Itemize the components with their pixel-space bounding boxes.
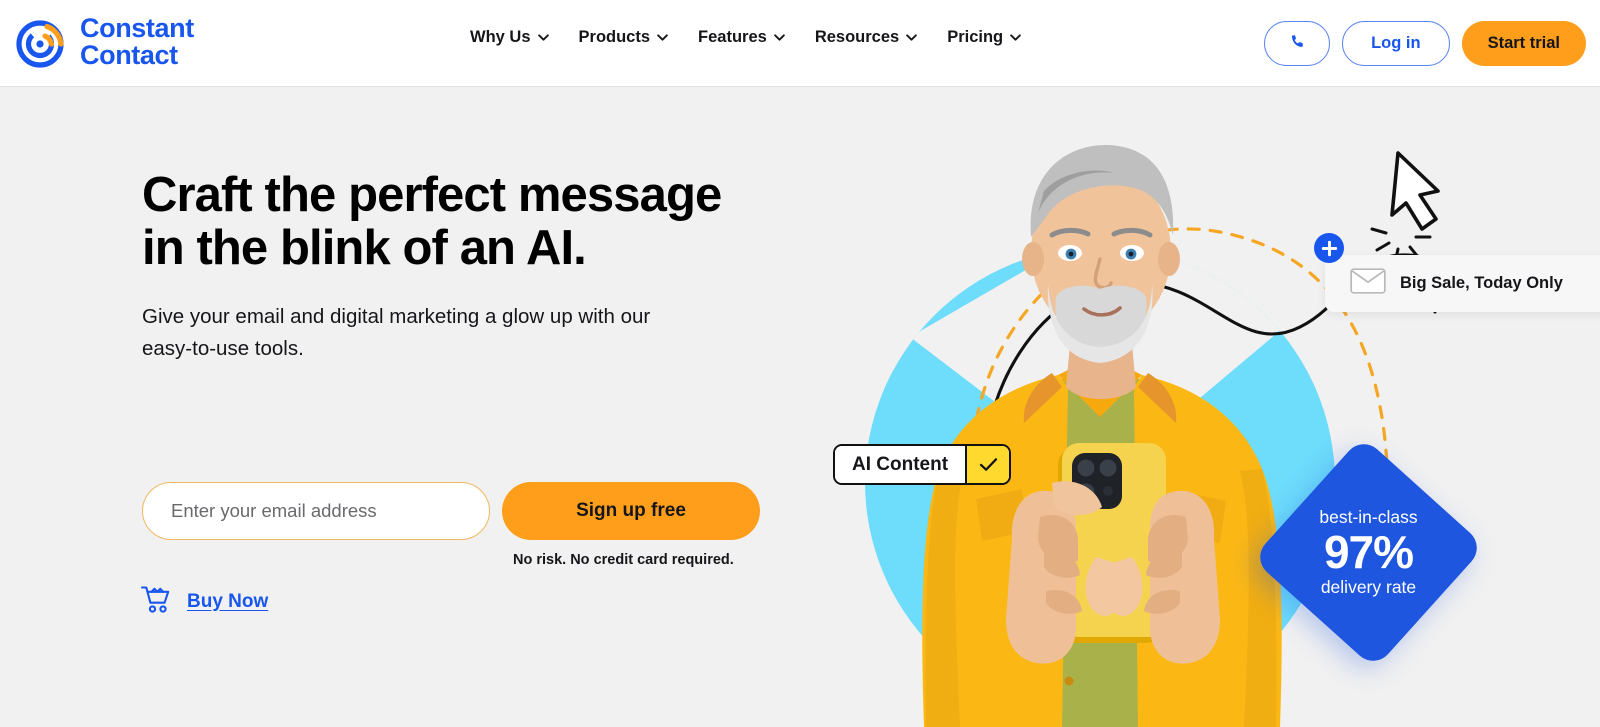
plus-circle-icon	[1314, 233, 1344, 263]
buy-now-link[interactable]: Buy Now	[140, 584, 268, 619]
chevron-down-icon	[774, 34, 785, 41]
phone-icon	[1289, 33, 1306, 55]
logo-line-1: Constant	[80, 13, 194, 43]
email-input[interactable]	[142, 482, 490, 540]
nav-label: Pricing	[947, 28, 1004, 46]
sign-up-free-button[interactable]: Sign up free	[502, 482, 760, 540]
shopping-cart-icon	[140, 584, 173, 619]
hero-artwork	[865, 145, 1443, 727]
nav-label: Why Us	[470, 28, 531, 46]
mouse-cursor-click-icon	[1370, 151, 1440, 265]
delivery-rate-caption-top: best-in-class	[1319, 507, 1418, 528]
notification-text: Big Sale, Today Only	[1400, 274, 1563, 292]
ai-content-badge: AI Content	[833, 444, 1012, 485]
nav-item-features[interactable]: Features	[698, 28, 785, 47]
start-trial-label: Start trial	[1487, 34, 1560, 52]
phone-button[interactable]	[1264, 21, 1331, 66]
start-trial-button[interactable]: Start trial	[1461, 21, 1586, 66]
chevron-down-icon	[537, 34, 549, 41]
buy-now-label: Buy Now	[187, 590, 269, 612]
hero-copy: Craft the perfect message in the blink o…	[142, 169, 782, 366]
nav-label: Features	[698, 28, 767, 46]
nav-item-pricing[interactable]: Pricing	[947, 28, 1021, 47]
logo-line-2: Contact	[80, 40, 178, 70]
login-button[interactable]: Log in	[1342, 21, 1450, 66]
envelope-icon	[1350, 268, 1386, 299]
nav-item-resources[interactable]: Resources	[815, 28, 917, 47]
delivery-rate-badge: best-in-class 97% delivery rate	[1251, 435, 1486, 670]
check-icon	[965, 446, 1010, 483]
logo[interactable]: Constant Contact	[14, 14, 194, 70]
nav-item-products[interactable]: Products	[579, 28, 669, 47]
main-nav: Why Us Products Features Resources Prici…	[470, 28, 1021, 47]
nav-item-why-us[interactable]: Why Us	[470, 28, 549, 47]
page-root: Constant Contact Why Us Products Feature…	[0, 0, 1600, 727]
form-disclaimer: No risk. No credit card required.	[513, 552, 734, 568]
login-label: Log in	[1371, 34, 1421, 52]
nav-label: Resources	[814, 28, 900, 46]
header-actions: Log in Start trial	[1264, 21, 1586, 66]
chevron-down-icon	[1010, 34, 1021, 41]
site-header: Constant Contact Why Us Products Feature…	[0, 0, 1600, 87]
nav-label: Products	[578, 28, 651, 46]
delivery-rate-caption-bottom: delivery rate	[1320, 576, 1417, 597]
notification-card: Big Sale, Today Only	[1325, 255, 1600, 312]
chevron-down-icon	[657, 34, 668, 41]
delivery-rate-content: best-in-class 97% delivery rate	[1286, 470, 1451, 635]
page-title: Craft the perfect message in the blink o…	[142, 168, 722, 275]
signup-form: Sign up free	[142, 482, 760, 540]
delivery-rate-value: 97%	[1323, 526, 1414, 579]
hero-illustration: AI Content Big Sale, Today Only best-in-…	[800, 87, 1600, 727]
chevron-down-icon	[906, 34, 917, 41]
hero-subheading: Give your email and digital marketing a …	[142, 304, 651, 361]
logo-wordmark: Constant Contact	[80, 15, 194, 69]
constant-contact-logo-icon	[14, 14, 70, 70]
ai-content-label: AI Content	[835, 446, 966, 483]
hero-section: Craft the perfect message in the blink o…	[0, 87, 1600, 727]
